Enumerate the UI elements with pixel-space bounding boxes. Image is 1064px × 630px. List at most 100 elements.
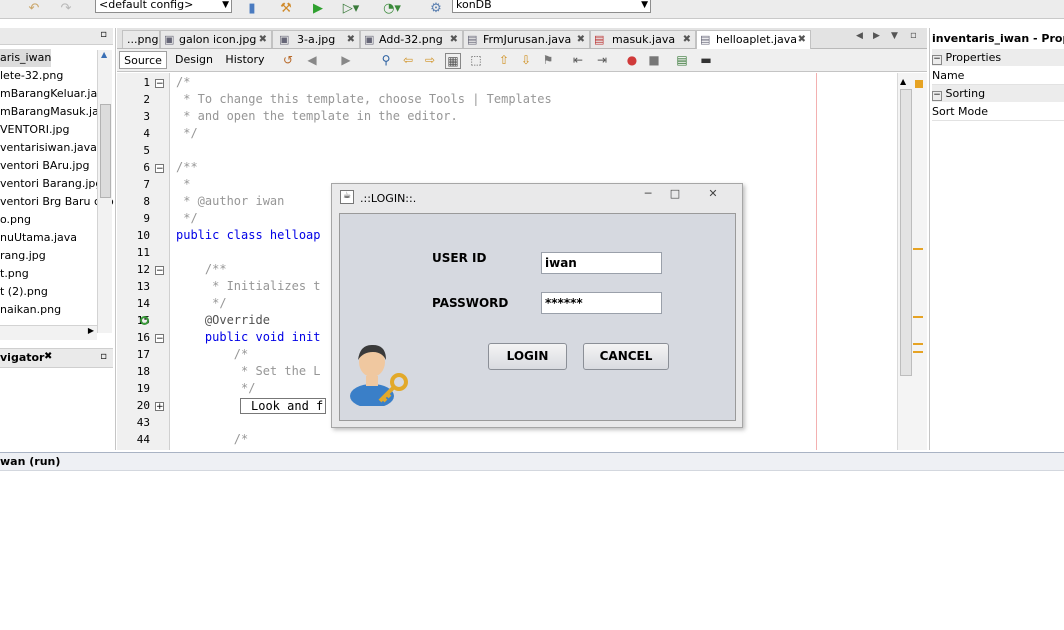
tab-file-6[interactable]: ▤ helloaplet.java ✖ [696,30,811,49]
scroll-right-icon[interactable]: ▶ [88,326,94,335]
collapse-icon[interactable]: − [155,266,164,276]
password-input[interactable]: ****** [541,292,662,314]
minimize-icon[interactable]: ▫ [100,351,107,362]
tab-file-3[interactable]: ▣ Add-32.png ✖ [360,30,463,48]
find-icon[interactable]: ⚲ [379,53,393,67]
property-name-row[interactable]: Name [932,67,1064,85]
close-icon[interactable]: ✖ [683,31,691,48]
debug-icon[interactable]: ▷▾ [336,0,366,16]
warning-marker[interactable] [913,316,923,318]
run-icon[interactable]: ▶ [310,0,326,16]
file-list-item[interactable]: t.png [0,265,29,283]
prev-bookmark-icon[interactable]: ⇧ [497,53,511,67]
warning-marker[interactable] [913,248,923,250]
db-combo[interactable]: konDB ▼ [452,0,651,13]
file-list-item[interactable]: mBarangKeluar.java [0,85,110,103]
project-root[interactable]: aris_iwan [0,49,52,67]
close-icon[interactable]: ✖ [450,31,458,48]
file-list-item[interactable]: mBarangMasuk.java [0,103,112,121]
shift-left-icon[interactable]: ⇤ [571,53,585,67]
comment-icon[interactable]: ▤ [675,53,689,67]
minimize-window-icon[interactable]: ─ [639,187,657,201]
tab-design[interactable]: Design [173,51,215,69]
horizontal-scrollbar[interactable]: ▶ [0,325,97,340]
maximize-icon[interactable]: ▫ [910,30,917,41]
tab-scroll-left-icon[interactable]: ◀ [856,31,863,41]
warning-marker[interactable] [913,351,923,353]
last-edit-icon[interactable]: ↺ [281,53,295,67]
database-icon[interactable]: ⚙ [424,0,448,16]
expand-icon[interactable]: + [155,402,164,412]
close-icon[interactable]: ✖ [577,31,585,48]
tab-history[interactable]: History [223,51,267,69]
cancel-button[interactable]: CANCEL [583,343,669,370]
file-list-item[interactable]: ventori Barang.jpg [0,175,102,193]
warning-marker[interactable] [915,80,923,88]
close-icon[interactable]: ✖ [798,31,806,48]
maximize-window-icon[interactable]: □ [666,187,684,201]
warning-marker[interactable] [913,343,923,345]
tab-list-icon[interactable]: ▼ [891,31,898,41]
back-icon[interactable]: ◀ [305,53,319,67]
uncomment-icon[interactable]: ▬ [699,53,713,67]
vertical-scrollbar[interactable]: ▲ [97,50,112,333]
override-marker-icon[interactable] [140,316,149,325]
record-macro-icon[interactable]: ● [625,53,639,67]
profile-icon[interactable]: ◔▾ [376,0,408,16]
tab-file-2[interactable]: ▣ 3-a.jpg ✖ [272,30,360,48]
collapse-icon[interactable]: − [932,55,942,65]
login-button[interactable]: LOGIN [488,343,567,370]
line-number: 3 [143,110,150,123]
tab-file-5[interactable]: ▤ masuk.java ✖ [590,30,696,48]
collapse-icon[interactable]: − [155,79,164,89]
file-list-item[interactable]: VENTORI.jpg [0,121,70,139]
scroll-up-icon[interactable]: ▲ [101,50,107,59]
tab-file-0[interactable]: ...png [122,30,160,48]
close-window-icon[interactable]: ✕ [702,187,724,201]
collapse-icon[interactable]: − [155,164,164,174]
close-icon[interactable]: ✖ [259,31,267,48]
file-list-item[interactable]: t (2).png [0,283,48,301]
file-list-item[interactable]: naikan.png [0,301,61,319]
tab-file-1[interactable]: ▣ galon icon.jpg ✖ [160,30,272,48]
find-next-icon[interactable]: ⇨ [423,53,437,67]
tab-file-4[interactable]: ▤ FrmJurusan.java ✖ [463,30,590,48]
rect-selection-icon[interactable]: ⬚ [469,53,483,67]
toggle-bookmark-icon[interactable]: ⚑ [541,53,555,67]
next-bookmark-icon[interactable]: ⇩ [519,53,533,67]
build-icon[interactable]: ▮ [244,0,260,16]
output-tab-header[interactable]: wan (run) [0,452,1064,471]
file-list-item[interactable]: ventori BAru.jpg [0,157,89,175]
sorting-section[interactable]: − Sorting [932,85,1064,102]
file-list-item[interactable]: nuUtama.java [0,229,77,247]
user-id-input[interactable]: iwan [541,252,662,274]
find-previous-icon[interactable]: ⇦ [401,53,415,67]
toggle-highlight-icon[interactable]: ▦ [445,53,461,69]
file-list-item[interactable]: o.png [0,211,31,229]
collapse-icon[interactable]: − [155,334,164,344]
minimize-icon[interactable]: ▫ [100,29,107,40]
undo-icon[interactable]: ↶ [22,0,46,16]
shift-right-icon[interactable]: ⇥ [595,53,609,67]
file-list-item[interactable]: rang.jpg [0,247,46,265]
redo-icon[interactable]: ↷ [54,0,78,16]
close-icon[interactable]: ✖ [347,31,355,48]
stop-macro-icon[interactable]: ■ [647,53,661,67]
clean-build-icon[interactable]: ⚒ [276,0,296,16]
editor-vertical-scrollbar[interactable]: ▲ [897,73,914,450]
sort-mode-row[interactable]: Sort Mode [932,103,1064,121]
close-icon[interactable]: ✖ [44,351,52,362]
file-list-item[interactable]: ventarisiwan.java [0,139,97,157]
forward-icon[interactable]: ▶ [339,53,353,67]
scroll-up-icon[interactable]: ▲ [900,77,906,86]
collapse-icon[interactable]: − [932,91,942,101]
config-combo[interactable]: <default config> ▼ [95,0,232,13]
tab-scroll-right-icon[interactable]: ▶ [873,31,880,41]
scroll-thumb[interactable] [900,89,912,376]
tab-source[interactable]: Source [119,51,167,69]
file-list-item[interactable]: lete-32.png [0,67,63,85]
navigator-title: vigator [0,351,45,364]
dialog-titlebar[interactable]: ☕ .::LOGIN::. ─ □ ✕ [332,184,742,211]
scroll-thumb[interactable] [100,104,111,198]
properties-section[interactable]: − Properties [932,49,1064,66]
